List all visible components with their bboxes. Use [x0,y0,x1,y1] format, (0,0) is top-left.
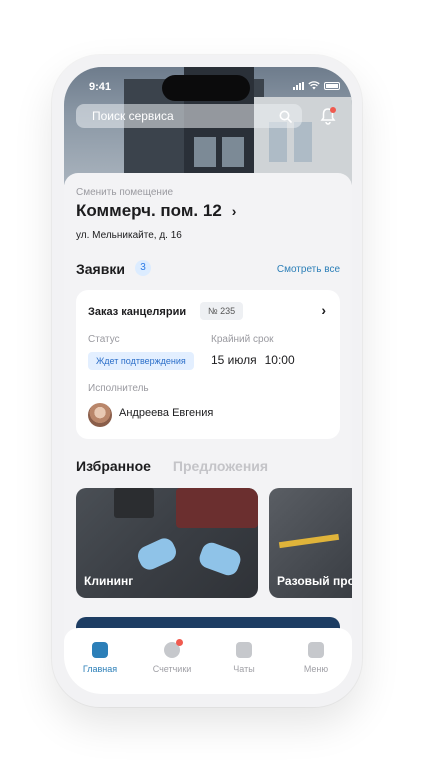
executor-name: Андреева Евгения [119,407,214,419]
nav-label: Счетчики [152,664,192,674]
premise-selector[interactable]: Коммерч. пом. 12 › [76,201,236,221]
promo-card-one-time[interactable]: Разовый про [269,488,352,598]
home-icon [92,642,108,658]
deadline-time: 10:00 [264,353,295,367]
nav-item-menu[interactable]: Меню [286,642,346,694]
signal-icon [293,81,304,90]
window [269,122,287,162]
window [194,137,216,167]
barrier-image [278,533,340,549]
status-time: 9:41 [89,81,112,93]
chevron-right-icon: › [231,203,237,219]
requests-title: Заявки [76,261,125,277]
nav-item-home[interactable]: Главная [70,642,130,694]
promo-label: Клининг [84,574,134,588]
dynamic-island [162,75,250,101]
battery-icon [324,81,340,90]
notification-badge [330,107,336,113]
promo-label: Разовый про [277,574,352,588]
premise-name: Коммерч. пом. 12 [76,201,222,220]
section-tabs: Избранное Предложения [76,458,268,474]
bottom-nav: Главная Счетчики Чаты Меню [64,628,352,694]
chat-icon [236,642,252,658]
tab-favorites[interactable]: Избранное [76,458,151,474]
deadline-value: 15 июля 10:00 [211,353,295,367]
promo-card-cleaning[interactable]: Клининг [76,488,258,598]
status-badge: Ждет подтверждения [88,352,194,370]
requests-count-badge: 3 [135,260,151,276]
premise-address: ул. Мельникайте, д. 16 [76,230,182,241]
window [222,137,244,167]
search-placeholder: Поиск сервиса [92,109,174,123]
search-icon [279,110,292,123]
request-number: № 235 [200,302,244,320]
executor-label: Исполнитель [88,383,149,394]
avatar [88,403,112,427]
nav-item-meters[interactable]: Счетчики [142,639,202,694]
deadline-date: 15 июля [211,353,257,367]
search-input[interactable]: Поиск сервиса [76,104,302,128]
wifi-icon [308,81,320,90]
keyboard-image [114,488,154,518]
laptop-image [176,488,258,528]
deadline-label: Крайний срок [211,334,274,345]
glove-image [134,535,180,573]
nav-label: Меню [303,664,329,674]
status-icons [293,81,340,90]
glove-image [196,539,244,579]
app-screen: 9:41 Поиск сервиса Сменить помещение Ком… [64,67,352,694]
request-title: Заказ канцелярии [88,306,187,318]
main-sheet: Сменить помещение Коммерч. пом. 12 › ул.… [64,173,352,694]
change-premise-label[interactable]: Сменить помещение [76,187,173,198]
request-card[interactable]: Заказ канцелярии № 235 › Статус Крайний … [76,290,340,439]
tab-offers[interactable]: Предложения [173,458,268,474]
status-label: Статус [88,334,120,345]
chevron-right-icon: › [321,302,326,318]
nav-label: Главная [82,664,118,674]
nav-label: Чаты [233,664,255,674]
window [294,122,312,162]
menu-icon [308,642,324,658]
nav-item-chats[interactable]: Чаты [214,642,274,694]
see-all-link[interactable]: Смотреть все [277,264,340,275]
notification-badge [176,639,183,646]
